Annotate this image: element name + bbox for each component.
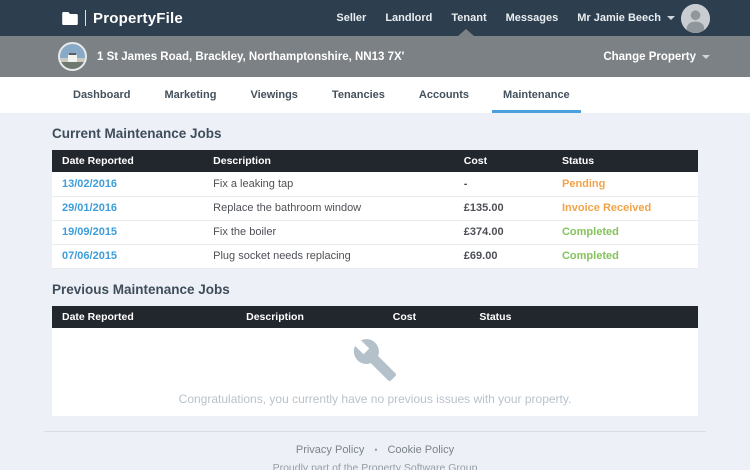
column-status: Status — [469, 306, 698, 328]
property-bar: 1 St James Road, Brackley, Northamptonsh… — [0, 36, 750, 77]
tab-accounts[interactable]: Accounts — [408, 77, 480, 113]
job-status: Completed — [562, 226, 619, 238]
privacy-policy-link[interactable]: Privacy Policy — [296, 444, 364, 456]
job-date-link[interactable]: 13/02/2016 — [62, 178, 117, 190]
job-description: Fix a leaking tap — [203, 172, 454, 196]
job-status: Pending — [562, 178, 605, 190]
nav-item-tenant[interactable]: Tenant — [451, 12, 486, 24]
tab-marketing[interactable]: Marketing — [153, 77, 227, 113]
job-cost: £69.00 — [454, 244, 552, 268]
column-cost: Cost — [383, 306, 470, 328]
logo-divider — [85, 10, 86, 26]
column-description: Description — [203, 150, 454, 172]
job-cost: £135.00 — [454, 196, 552, 220]
column-description: Description — [236, 306, 383, 328]
column-date-reported: Date Reported — [52, 150, 203, 172]
section-tabs: Dashboard Marketing Viewings Tenancies A… — [0, 77, 750, 113]
job-description: Plug socket needs replacing — [203, 244, 454, 268]
active-nav-pointer — [458, 29, 474, 36]
current-jobs-title: Current Maintenance Jobs — [52, 126, 698, 141]
footer-bullet: • — [374, 445, 377, 455]
job-status: Completed — [562, 250, 619, 262]
property-photo — [58, 42, 87, 71]
app-logo[interactable]: PropertyFile — [62, 10, 183, 27]
footer-divider — [44, 431, 706, 432]
column-status: Status — [552, 150, 698, 172]
topbar: PropertyFile Seller Landlord Tenant Mess… — [0, 0, 750, 36]
change-property-label: Change Property — [603, 51, 696, 63]
table-header-row: Date Reported Description Cost Status — [52, 306, 698, 328]
main-content: Current Maintenance Jobs Date Reported D… — [0, 126, 750, 416]
current-jobs-table: Date Reported Description Cost Status 13… — [52, 150, 698, 269]
footer-tagline: Proudly part of the Property Software Gr… — [0, 462, 750, 470]
job-date-link[interactable]: 29/01/2016 — [62, 202, 117, 214]
change-property-button[interactable]: Change Property — [603, 51, 710, 63]
wrench-icon — [352, 337, 398, 383]
job-cost: £374.00 — [454, 220, 552, 244]
cookie-policy-link[interactable]: Cookie Policy — [387, 444, 454, 456]
nav-item-messages[interactable]: Messages — [506, 12, 559, 24]
table-row: 29/01/2016 Replace the bathroom window £… — [52, 196, 698, 220]
chevron-down-icon — [667, 16, 675, 20]
job-description: Fix the boiler — [203, 220, 454, 244]
property-address: 1 St James Road, Brackley, Northamptonsh… — [97, 51, 404, 63]
page-footer: Privacy Policy • Cookie Policy Proudly p… — [0, 444, 750, 470]
job-description: Replace the bathroom window — [203, 196, 454, 220]
previous-jobs-empty-state: Congratulations, you currently have no p… — [52, 328, 698, 416]
user-avatar — [681, 4, 710, 33]
table-row: 19/09/2015 Fix the boiler £374.00 Comple… — [52, 220, 698, 244]
table-row: 07/06/2015 Plug socket needs replacing £… — [52, 244, 698, 268]
previous-jobs-title: Previous Maintenance Jobs — [52, 282, 698, 297]
tab-viewings[interactable]: Viewings — [239, 77, 308, 113]
top-navigation: Seller Landlord Tenant Messages Mr Jamie… — [336, 4, 710, 33]
empty-state-message: Congratulations, you currently have no p… — [179, 392, 572, 406]
column-cost: Cost — [454, 150, 552, 172]
previous-jobs-table: Date Reported Description Cost Status — [52, 306, 698, 328]
job-status: Invoice Received — [562, 202, 651, 214]
user-name: Mr Jamie Beech — [577, 12, 661, 24]
tab-maintenance[interactable]: Maintenance — [492, 77, 581, 113]
tab-tenancies[interactable]: Tenancies — [321, 77, 396, 113]
table-row: 13/02/2016 Fix a leaking tap - Pending — [52, 172, 698, 196]
chevron-down-icon — [702, 55, 710, 59]
brand-title: PropertyFile — [93, 10, 183, 27]
job-date-link[interactable]: 19/09/2015 — [62, 226, 117, 238]
job-date-link[interactable]: 07/06/2015 — [62, 250, 117, 262]
user-menu[interactable]: Mr Jamie Beech — [577, 4, 710, 33]
job-cost: - — [454, 172, 552, 196]
tab-dashboard[interactable]: Dashboard — [62, 77, 141, 113]
nav-item-seller[interactable]: Seller — [336, 12, 366, 24]
column-date-reported: Date Reported — [52, 306, 236, 328]
nav-item-landlord[interactable]: Landlord — [385, 12, 432, 24]
folder-icon — [62, 12, 78, 25]
table-header-row: Date Reported Description Cost Status — [52, 150, 698, 172]
